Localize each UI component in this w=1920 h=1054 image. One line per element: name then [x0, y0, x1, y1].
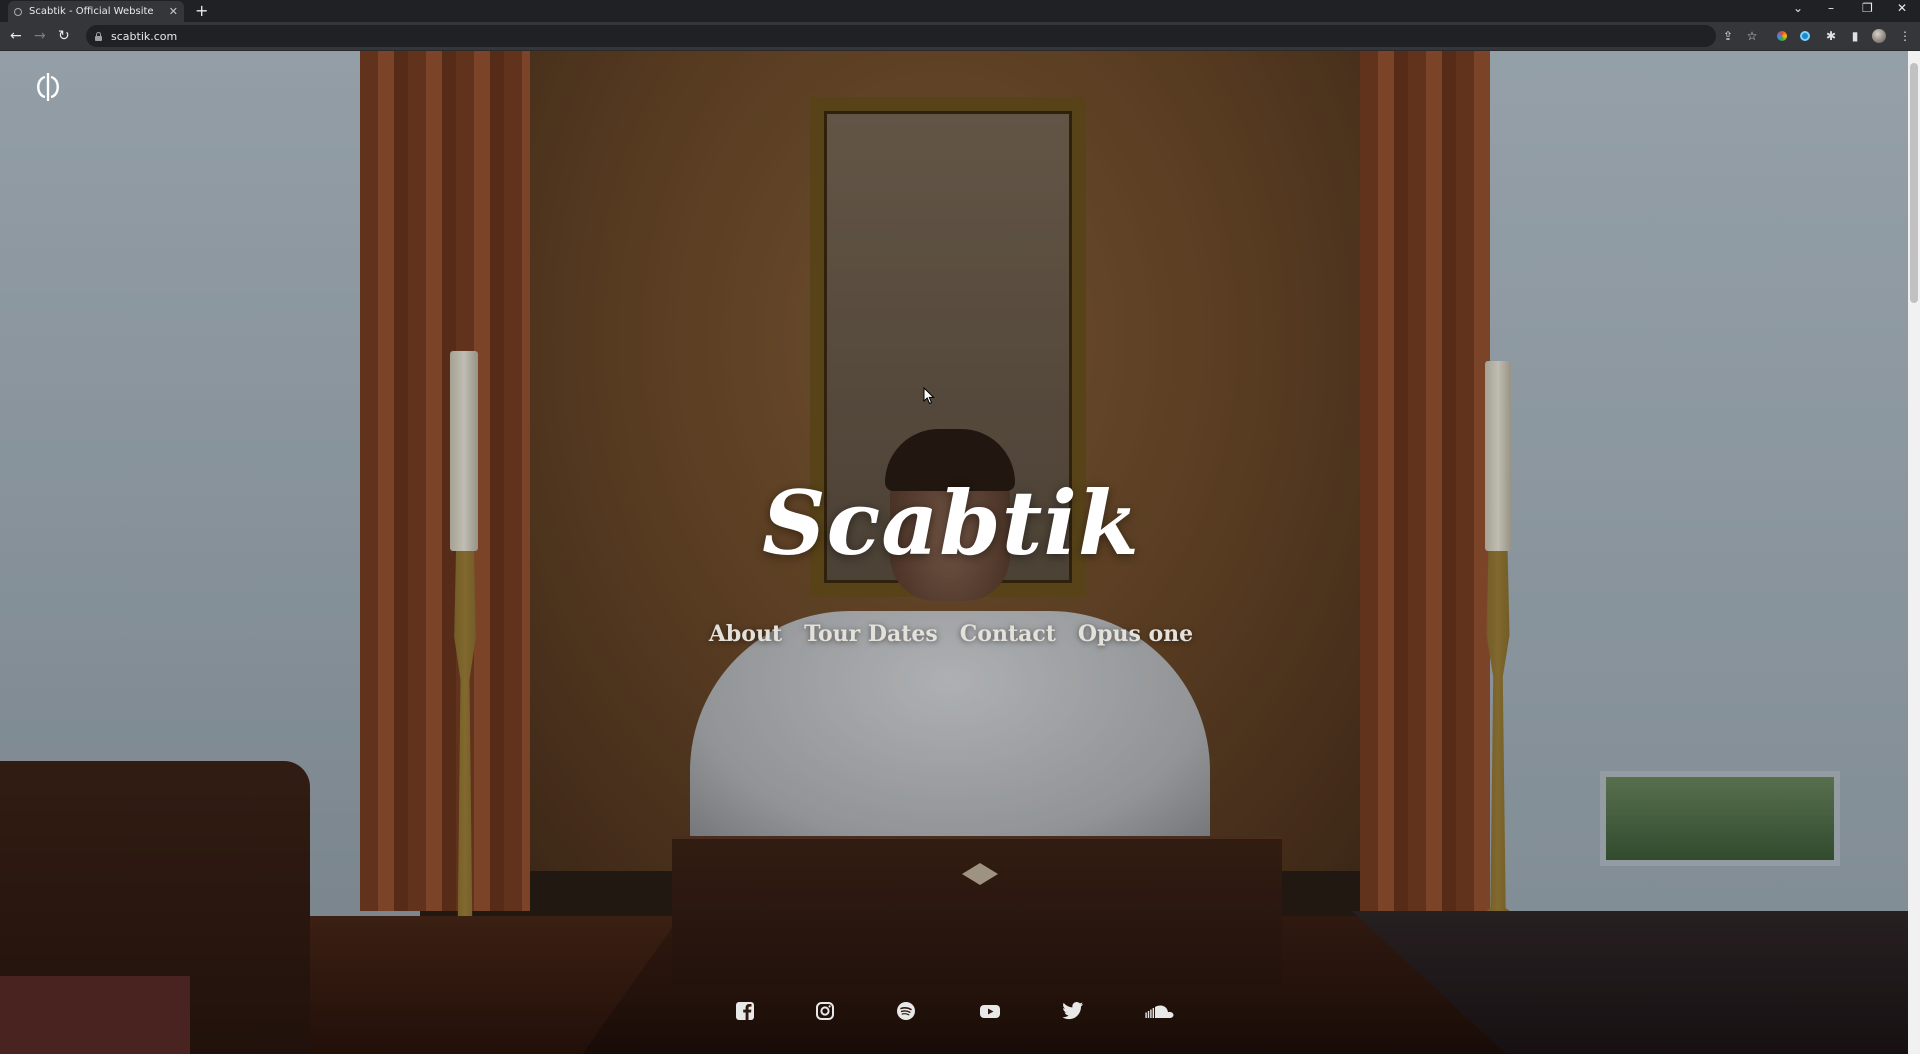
social-links [720, 999, 1180, 1029]
side-panel-icon[interactable]: ▮ [1848, 29, 1862, 43]
nav-link-opus-one[interactable]: Opus one [1078, 621, 1193, 647]
tab-strip: Scabtik - Official Website ✕ + ⌄ – ❐ ✕ [0, 0, 1920, 22]
favicon-icon [14, 7, 22, 16]
lock-icon[interactable] [94, 31, 103, 41]
page-viewport: Scabtik About Tour Dates Contact Opus on… [0, 51, 1908, 1054]
close-tab-icon[interactable]: ✕ [169, 5, 178, 18]
mouse-cursor-icon [923, 386, 935, 409]
browser-menu-icon[interactable]: ⋮ [1898, 29, 1912, 43]
address-bar[interactable]: scabtik.com [86, 25, 1716, 47]
spotify-icon[interactable] [894, 999, 918, 1023]
new-tab-button[interactable]: + [195, 2, 208, 20]
nav-link-contact[interactable]: Contact [960, 621, 1056, 647]
nav-link-tour-dates[interactable]: Tour Dates [804, 621, 938, 647]
site-title: Scabtik [762, 471, 1140, 575]
minimize-icon[interactable]: – [1828, 1, 1834, 15]
share-icon[interactable]: ⇪ [1721, 29, 1735, 43]
forward-icon[interactable]: → [34, 28, 46, 44]
browser-tab[interactable]: Scabtik - Official Website ✕ [8, 1, 184, 22]
extension-color-icon[interactable] [1777, 31, 1787, 41]
site-logo-icon[interactable] [30, 69, 66, 105]
scrollbar-thumb[interactable] [1910, 63, 1918, 303]
main-nav: About Tour Dates Contact Opus one [700, 621, 1202, 647]
page-scrollbar[interactable] [1908, 51, 1920, 1054]
reload-icon[interactable]: ↻ [58, 28, 70, 44]
youtube-icon[interactable] [978, 999, 1002, 1023]
instagram-icon[interactable] [813, 999, 837, 1023]
bookmark-star-icon[interactable]: ☆ [1745, 29, 1759, 43]
address-url[interactable]: scabtik.com [111, 30, 177, 43]
back-icon[interactable]: ← [10, 28, 22, 44]
tab-title: Scabtik - Official Website [29, 6, 154, 17]
facebook-icon[interactable] [733, 999, 757, 1023]
browser-toolbar: ← → ↻ scabtik.com ⇪ ☆ ✱ ▮ ⋮ [0, 22, 1920, 51]
tab-search-icon[interactable]: ⌄ [1793, 1, 1803, 15]
twitter-icon[interactable] [1061, 999, 1085, 1023]
extension-circle-icon[interactable] [1800, 31, 1810, 41]
extensions-puzzle-icon[interactable]: ✱ [1824, 29, 1838, 43]
restore-icon[interactable]: ❐ [1862, 1, 1873, 15]
soundcloud-icon[interactable] [1144, 999, 1174, 1023]
nav-link-about[interactable]: About [709, 621, 782, 647]
profile-avatar[interactable] [1872, 29, 1886, 43]
close-window-icon[interactable]: ✕ [1897, 1, 1907, 15]
